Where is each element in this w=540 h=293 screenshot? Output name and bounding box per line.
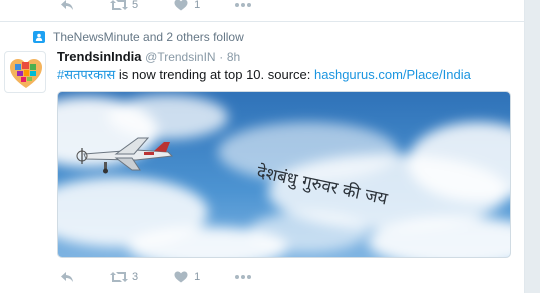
follow-icon bbox=[33, 31, 45, 43]
heart-icon bbox=[172, 0, 190, 14]
retweet-button[interactable]: 5 bbox=[110, 0, 138, 14]
tweet-actions: 3 1 bbox=[58, 268, 286, 286]
time-separator: · bbox=[219, 50, 224, 64]
user-handle[interactable]: @TrendsinIN bbox=[145, 50, 215, 64]
tweet-body: is now trending at top 10. source: bbox=[115, 67, 315, 82]
social-context-text[interactable]: TheNewsMinute and 2 others follow bbox=[53, 30, 244, 44]
like-count: 1 bbox=[194, 271, 201, 283]
reply-button[interactable] bbox=[58, 0, 76, 14]
page-scrollbar[interactable] bbox=[524, 0, 540, 293]
reply-icon bbox=[58, 0, 76, 14]
tweet-text: #सतपरकास is now trending at top 10. sour… bbox=[57, 65, 471, 83]
more-button[interactable] bbox=[234, 0, 252, 14]
reply-icon bbox=[58, 268, 76, 286]
tweet-header: TrendsinIndia @TrendsinIN · 8h bbox=[57, 49, 240, 64]
retweet-icon bbox=[110, 0, 128, 14]
more-icon bbox=[234, 268, 252, 286]
source-link[interactable]: hashgurus.com/Place/India bbox=[314, 67, 471, 82]
like-button[interactable]: 1 bbox=[172, 268, 200, 286]
tweet-timestamp[interactable]: 8h bbox=[227, 50, 240, 64]
tweet-media-image[interactable]: देशबंधु गुरुवर की जय bbox=[57, 91, 511, 258]
retweet-count: 3 bbox=[132, 271, 139, 283]
more-button[interactable] bbox=[234, 268, 252, 286]
timeline-panel: 5 1 TheNewsMinute and 2 others follow Tr… bbox=[0, 0, 524, 293]
retweet-count: 5 bbox=[132, 0, 139, 11]
hashtag-link[interactable]: #सतपरकास bbox=[57, 67, 115, 82]
retweet-button[interactable]: 3 bbox=[110, 268, 138, 286]
previous-tweet-actions: 5 1 bbox=[58, 0, 286, 14]
like-count: 1 bbox=[194, 0, 201, 11]
avatar[interactable] bbox=[4, 51, 46, 93]
like-button[interactable]: 1 bbox=[172, 0, 200, 14]
reply-button[interactable] bbox=[58, 268, 76, 286]
social-context: TheNewsMinute and 2 others follow bbox=[33, 30, 244, 44]
heart-icon bbox=[172, 268, 190, 286]
more-icon bbox=[234, 0, 252, 14]
tweet-divider bbox=[0, 21, 524, 22]
retweet-icon bbox=[110, 268, 128, 286]
display-name[interactable]: TrendsinIndia bbox=[57, 49, 142, 64]
